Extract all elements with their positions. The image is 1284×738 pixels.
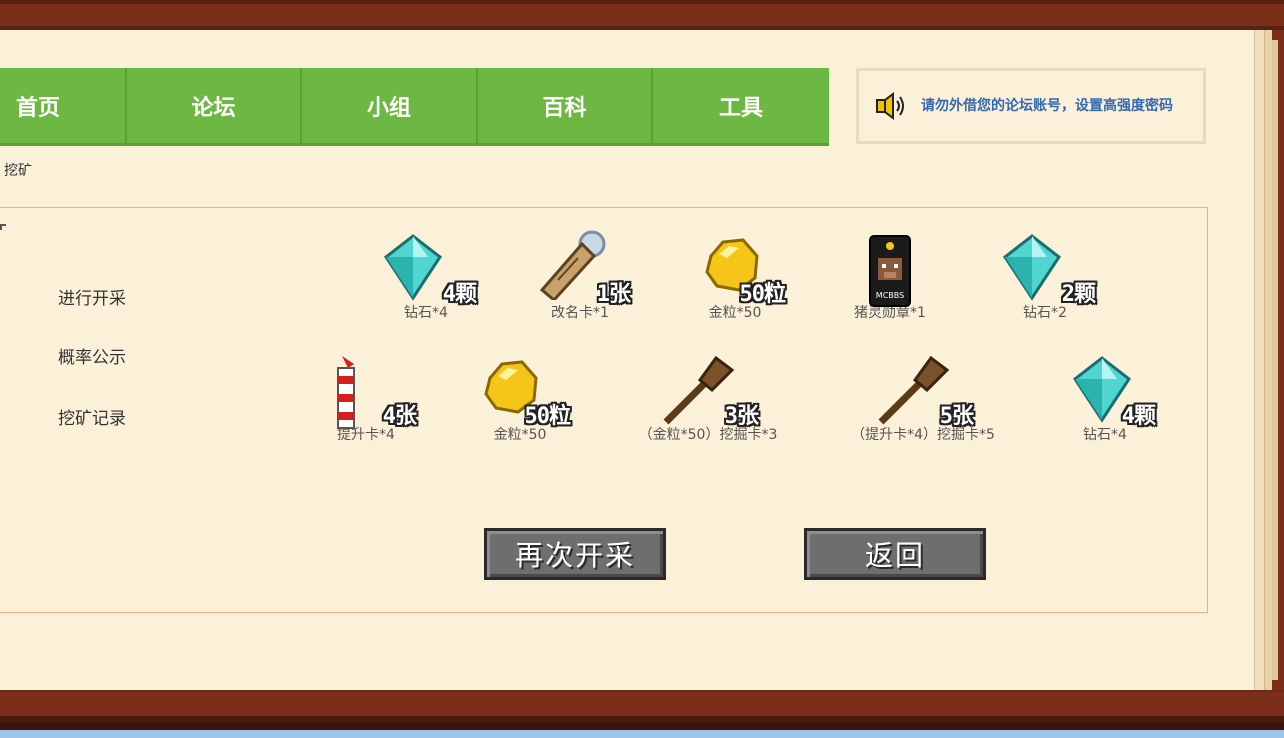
nav-group[interactable]: 小组 (302, 68, 478, 143)
item-count: 3张 (724, 404, 759, 429)
firework-icon: 4张 (316, 352, 417, 434)
rename-card-icon: 1张 (530, 230, 631, 312)
diamond-icon: 4颗 (1055, 352, 1156, 434)
item-count: 5张 (939, 404, 974, 429)
item-count: 50粒 (739, 282, 786, 307)
bottom-frame (0, 690, 1284, 730)
gold-nugget-icon: 50粒 (685, 230, 786, 312)
notice-text: 请勿外借您的论坛账号，设置高强度密码 (921, 97, 1173, 114)
menu-mine[interactable]: 进行开采 (58, 284, 126, 309)
menu-probability[interactable]: 概率公示 (58, 343, 126, 368)
reward-item: 2颗 钻石*2 (965, 230, 1125, 322)
item-count: 1张 (596, 282, 631, 307)
reward-item: 3张 （金粒*50）挖掘卡*3 (628, 352, 788, 444)
reward-item: 4张 提升卡*4 (286, 352, 446, 444)
diamond-icon: 2颗 (995, 230, 1096, 312)
panel-corner-mark (0, 224, 6, 230)
shovel-icon: 3张 (658, 352, 759, 434)
item-count: 2颗 (1061, 282, 1096, 307)
nav-forum[interactable]: 论坛 (127, 68, 302, 143)
back-button[interactable]: 返回 (804, 528, 986, 580)
book-cover-edge (1272, 30, 1284, 690)
main-nav: 首页 论坛 小组 百科 工具 (0, 68, 829, 146)
reward-item: 1张 改名卡*1 (500, 230, 660, 322)
item-count: 4张 (382, 404, 417, 429)
shovel-icon: 5张 (873, 352, 974, 434)
speaker-icon (875, 91, 909, 121)
top-frame (0, 0, 1284, 30)
reward-item: 4颗 钻石*4 (346, 230, 506, 322)
badge-text: MCBBS (876, 291, 904, 300)
pig-badge-icon: MCBBS (840, 230, 940, 312)
item-count: 50粒 (524, 404, 571, 429)
nav-home[interactable]: 首页 (0, 68, 127, 143)
reward-item: 4颗 钻石*4 (1025, 352, 1185, 444)
menu-records[interactable]: 挖矿记录 (58, 404, 126, 429)
reward-item: 50粒 金粒*50 (440, 352, 600, 444)
nav-wiki[interactable]: 百科 (478, 68, 653, 143)
item-count: 4颗 (1121, 404, 1156, 429)
reward-item: 5张 （提升卡*4）挖掘卡*5 (843, 352, 1003, 444)
nav-tools[interactable]: 工具 (653, 68, 829, 143)
reward-item: MCBBS 猪灵勋章*1 (810, 230, 970, 322)
breadcrumb[interactable]: 挖矿 (4, 160, 32, 180)
mine-again-button[interactable]: 再次开采 (484, 528, 666, 580)
reward-item: 50粒 金粒*50 (655, 230, 815, 322)
background-strip (0, 730, 1284, 738)
gold-nugget-icon: 50粒 (470, 352, 571, 434)
item-count: 4颗 (442, 282, 477, 307)
notice-box: 请勿外借您的论坛账号，设置高强度密码 (856, 68, 1206, 144)
diamond-icon: 4颗 (376, 230, 477, 312)
